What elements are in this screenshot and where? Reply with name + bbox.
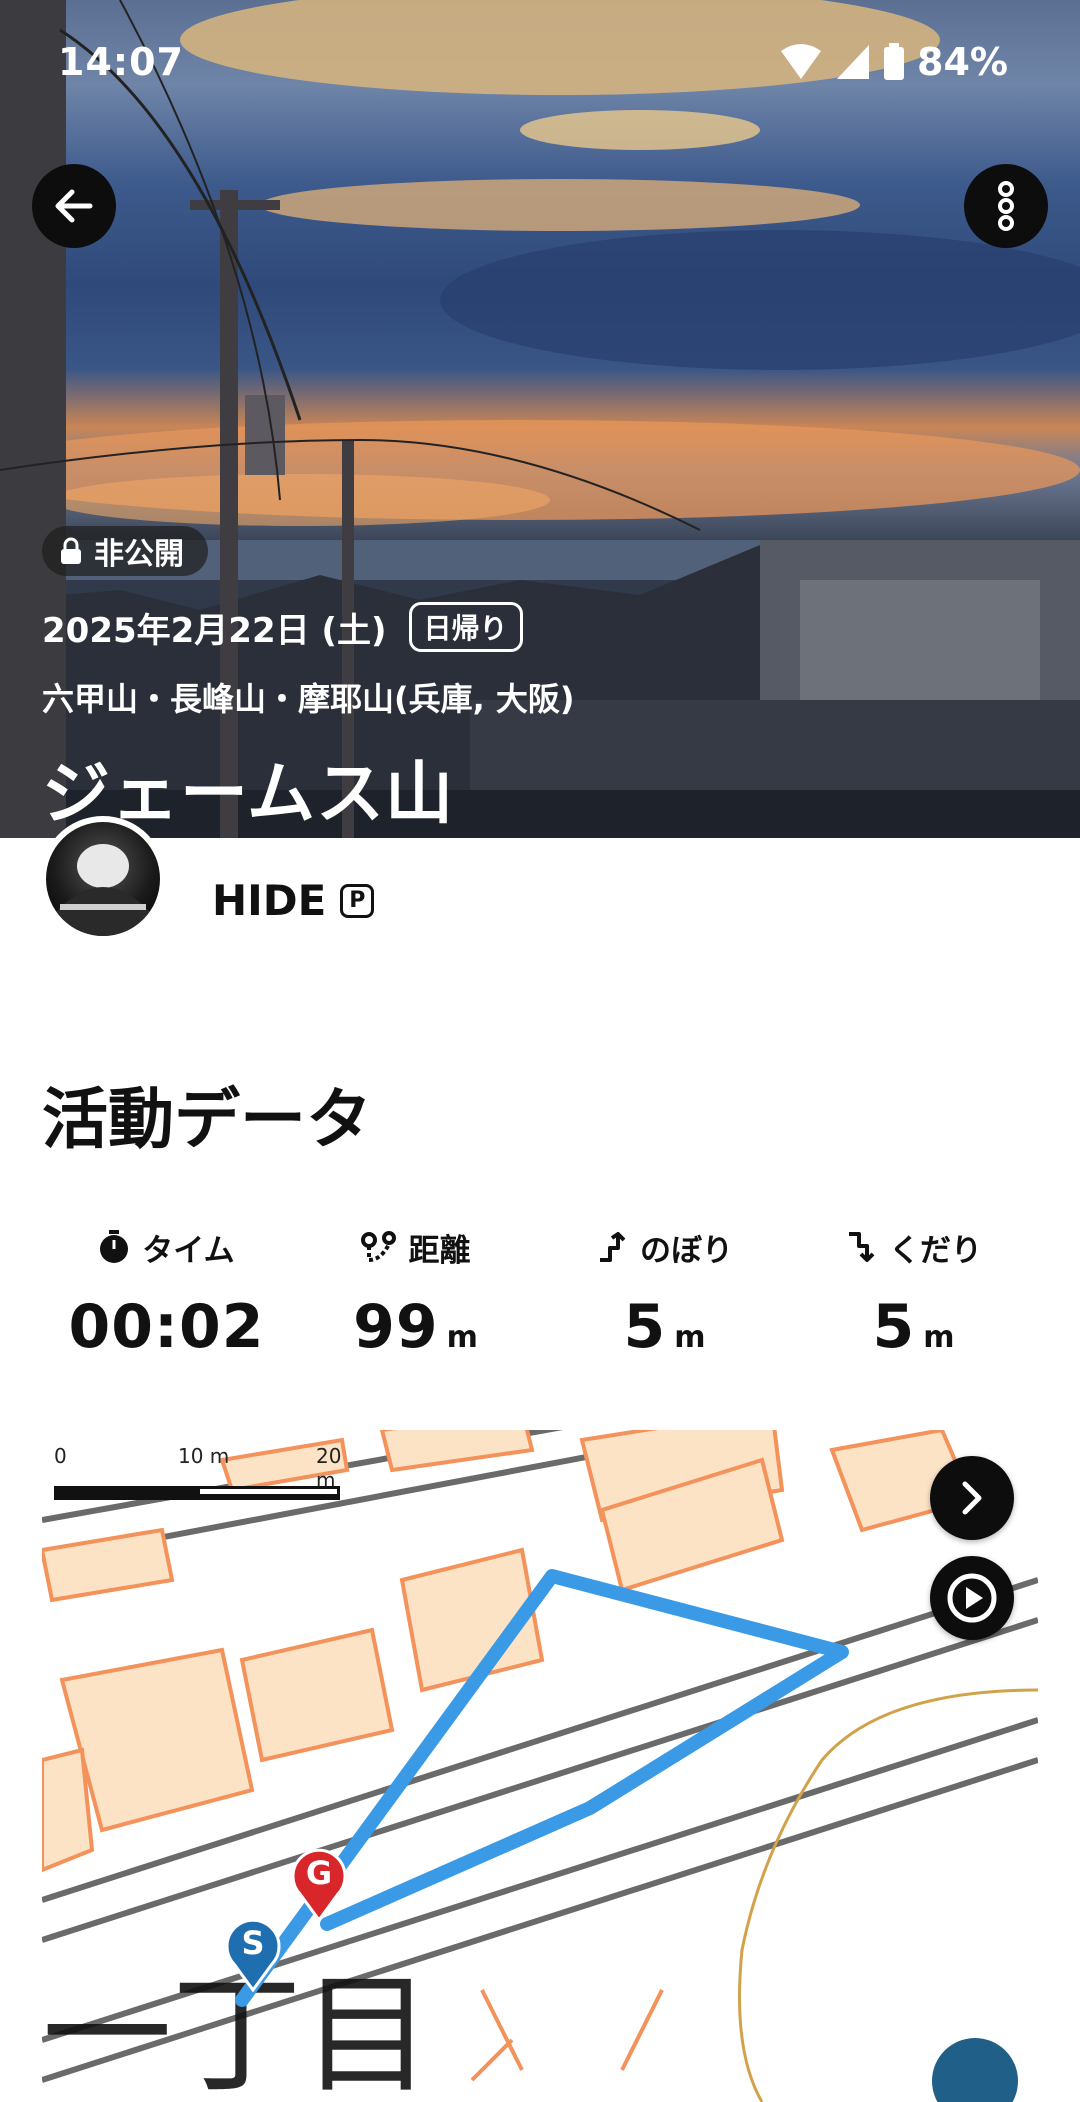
- cell-signal-icon: [837, 45, 870, 79]
- more-options-button[interactable]: [964, 164, 1048, 248]
- start-pin[interactable]: S: [222, 1916, 284, 1993]
- user-name-row[interactable]: HIDE P: [212, 876, 375, 925]
- privacy-badge: 非公開: [42, 526, 208, 576]
- stat-descent-value: 5: [872, 1292, 916, 1362]
- stat-descent-label: くだり: [889, 1232, 982, 1269]
- start-pin-label: S: [241, 1924, 265, 1962]
- chevron-right-icon: [962, 1481, 982, 1515]
- stat-distance: 距離 99 m: [291, 1222, 540, 1362]
- map-tiles: 一丁目: [42, 1430, 1038, 2102]
- premium-badge: P: [340, 883, 375, 918]
- route-playback-button[interactable]: [930, 1556, 1014, 1640]
- activity-date-row: 2025年2月22日 (土) 日帰り: [42, 602, 523, 652]
- user-name: HIDE: [212, 876, 327, 925]
- stat-ascent-unit: m: [674, 1320, 706, 1355]
- stat-descent-unit: m: [923, 1320, 955, 1355]
- play-circle-icon: [947, 1573, 997, 1623]
- map-detail-button[interactable]: [930, 1456, 1014, 1540]
- battery-icon: [884, 43, 905, 80]
- back-button[interactable]: [32, 164, 116, 248]
- ascent-icon: [600, 1232, 626, 1262]
- stat-time-label: タイム: [142, 1232, 235, 1269]
- route-distance-icon: [360, 1231, 396, 1263]
- activity-stats: タイム 00:02 距離 99 m のぼり 5 m くだり 5 m: [42, 1222, 1038, 1362]
- stat-time-value: 00:02: [68, 1292, 265, 1362]
- descent-icon: [849, 1232, 875, 1262]
- more-vertical-icon: [998, 181, 1014, 231]
- stat-descent: くだり 5 m: [789, 1222, 1038, 1362]
- lock-icon: [61, 537, 81, 564]
- scale-label-20: 20 m: [316, 1444, 342, 1492]
- stat-time: タイム 00:02: [42, 1222, 291, 1362]
- activity-data-heading: 活動データ: [42, 1081, 372, 1158]
- stat-ascent-label: のぼり: [640, 1232, 733, 1269]
- privacy-label: 非公開: [94, 537, 184, 572]
- mountain-area[interactable]: 六甲山・長峰山・摩耶山(兵庫, 大阪): [42, 674, 575, 720]
- status-icons: 84%: [779, 40, 1008, 84]
- trip-type-badge: 日帰り: [408, 602, 523, 652]
- status-bar: 14:07 84%: [0, 0, 1080, 130]
- stat-ascent: のぼり 5 m: [540, 1222, 789, 1362]
- map-scale: 0 10 m 20 m: [54, 1444, 344, 1504]
- stopwatch-icon: [100, 1230, 129, 1263]
- activity-date: 2025年2月22日 (土): [42, 610, 387, 651]
- arrow-left-icon: [55, 189, 93, 223]
- scale-label-10: 10 m: [178, 1444, 230, 1468]
- goal-pin[interactable]: G: [288, 1846, 350, 1923]
- scale-bar: [54, 1486, 340, 1500]
- user-avatar[interactable]: [40, 816, 166, 942]
- avatar-image: [56, 844, 150, 936]
- wifi-icon: [781, 44, 822, 79]
- cover-photo: 14:07 84% 非公開 2025年2月22日 (土) 日帰り 六甲山・長峰山…: [0, 0, 1080, 838]
- battery-percentage: 84%: [917, 40, 1008, 84]
- scale-label-0: 0: [54, 1444, 67, 1468]
- goal-pin-label: G: [305, 1854, 333, 1892]
- stat-distance-unit: m: [446, 1320, 478, 1355]
- status-time: 14:07: [58, 40, 184, 84]
- route-map[interactable]: 一丁目 0 10 m 20 m G S: [42, 1430, 1038, 2102]
- stat-ascent-value: 5: [623, 1292, 667, 1362]
- stat-distance-label: 距離: [408, 1232, 471, 1269]
- stat-distance-value: 99: [353, 1292, 439, 1362]
